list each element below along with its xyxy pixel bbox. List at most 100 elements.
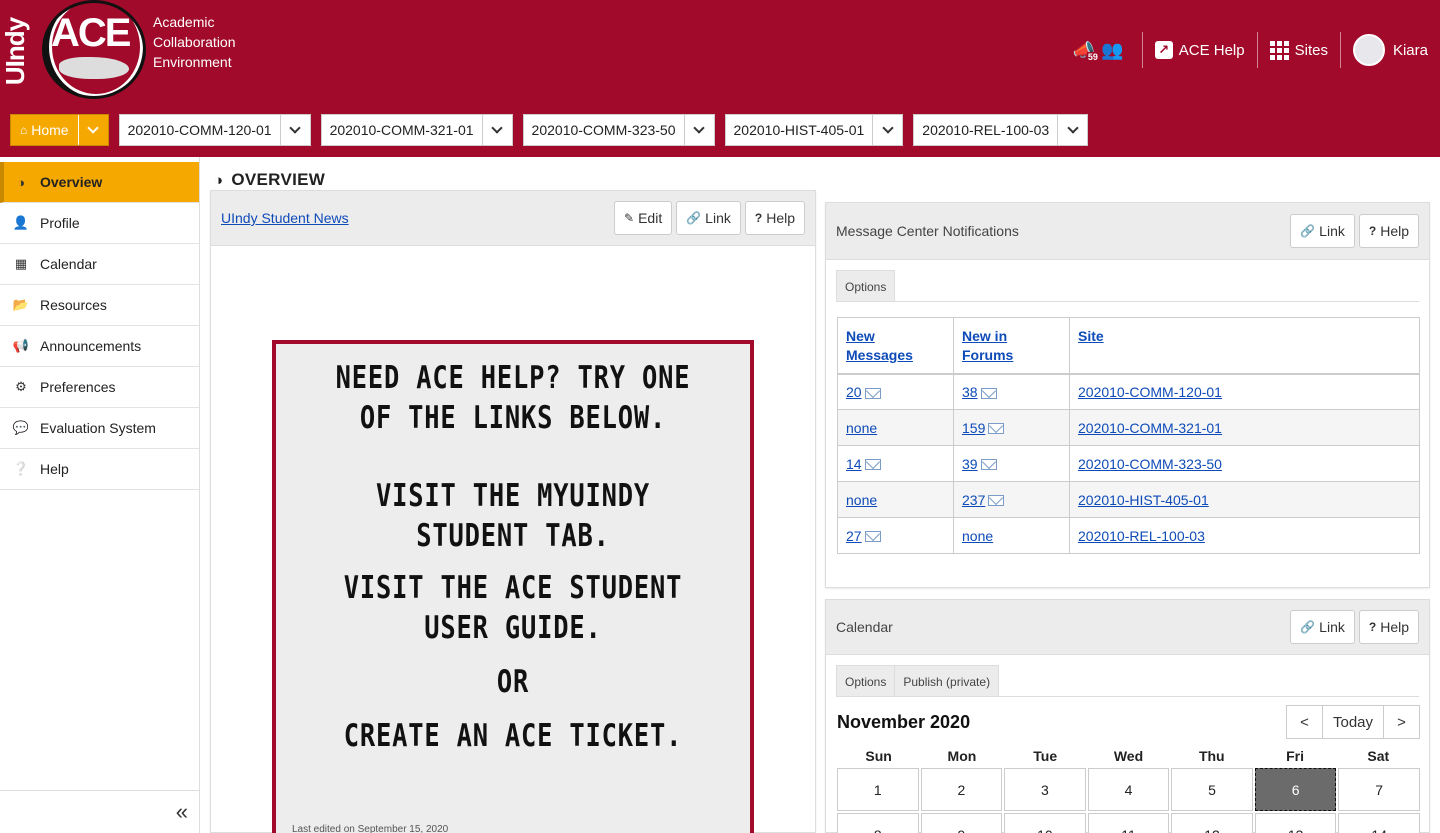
help-button[interactable]: ? Help — [1358, 214, 1419, 248]
prev-month-button[interactable]: < — [1286, 705, 1323, 739]
forums-count-link[interactable]: none — [962, 528, 993, 544]
table-row: none 237 202010-HIST-405-01 — [837, 481, 1420, 518]
calendar-day[interactable]: 4 — [1087, 768, 1170, 811]
tool-sidebar: ◑ Overview 👤 Profile ▦ Calendar 📂 Resources … — [0, 157, 200, 833]
site-dropdown-button[interactable] — [1057, 115, 1087, 145]
link-button[interactable]: 🔗 Link — [1290, 610, 1355, 644]
poster-line-ticket[interactable]: CREATE AN ACE TICKET. — [319, 716, 708, 756]
messages-count-link[interactable]: none — [846, 492, 877, 508]
calendar-day[interactable]: 2 — [920, 768, 1003, 811]
sidebar-item-evaluation-system[interactable]: 💬 Evaluation System — [0, 408, 199, 449]
notifications-button[interactable]: 📣 59 👥 — [1061, 32, 1142, 68]
envelope-icon — [864, 531, 881, 543]
forums-count-link[interactable]: 237 — [962, 492, 985, 508]
messages-count-link[interactable]: 14 — [846, 456, 862, 472]
sidebar-item-calendar[interactable]: ▦ Calendar — [0, 244, 199, 285]
user-menu[interactable]: Kiara — [1339, 32, 1440, 68]
next-month-button[interactable]: > — [1383, 705, 1420, 739]
news-title-link[interactable]: UIndy Student News — [221, 210, 349, 226]
table-row: 20 38 202010-COMM-120-01 — [837, 372, 1420, 410]
site-tab[interactable]: 202010-COMM-321-01 — [320, 114, 513, 146]
publish-tab[interactable]: Publish (private) — [895, 665, 1000, 696]
calendar-day[interactable]: 13 — [1254, 813, 1337, 833]
calendar-day[interactable]: 11 — [1087, 813, 1170, 833]
question-icon: ❔ — [12, 461, 30, 476]
messages-count-link[interactable]: 20 — [846, 384, 862, 400]
panel-title: Message Center Notifications — [836, 223, 1019, 239]
home-icon: ⌂ — [20, 123, 28, 137]
site-link[interactable]: 202010-REL-100-03 — [1078, 528, 1205, 544]
sidebar-item-overview[interactable]: ◑ Overview — [0, 162, 199, 203]
site-link[interactable]: 202010-COMM-120-01 — [1078, 384, 1222, 400]
site-link[interactable]: 202010-COMM-321-01 — [1078, 420, 1222, 436]
help-button[interactable]: ? Help — [1358, 610, 1419, 644]
calendar-day[interactable]: 14 — [1338, 813, 1420, 833]
weekday-label: Wed — [1113, 748, 1144, 764]
calendar-day[interactable]: 8 — [837, 813, 919, 833]
sort-site[interactable]: Site — [1078, 328, 1104, 344]
edit-button[interactable]: ✎ Edit — [614, 201, 673, 235]
grid-icon — [1269, 40, 1289, 60]
calendar-day[interactable]: 9 — [920, 813, 1003, 833]
poster-line-user-guide[interactable]: VISIT THE ACE STUDENT USER GUIDE. — [319, 568, 708, 648]
site-dropdown-button[interactable] — [279, 115, 310, 145]
weekday-label: Mon — [947, 748, 977, 764]
home-dropdown-button[interactable] — [77, 115, 108, 145]
question-icon: ? — [1368, 224, 1377, 238]
uindy-logo[interactable]: UIndy — [0, 8, 38, 88]
sidebar-item-profile[interactable]: 👤 Profile — [0, 203, 199, 244]
home-tab[interactable]: ⌂ Home — [10, 114, 109, 146]
today-button[interactable]: Today — [1323, 705, 1383, 739]
sites-button[interactable]: Sites — [1256, 32, 1340, 68]
group-icon[interactable]: 👥 — [1101, 40, 1123, 61]
ace-logo[interactable]: ACE — [42, 0, 146, 99]
site-link[interactable]: 202010-HIST-405-01 — [1078, 492, 1209, 508]
sort-new-messages[interactable]: New Messages — [846, 328, 913, 363]
messages-count-link[interactable]: 27 — [846, 528, 862, 544]
table-row: 14 39 202010-COMM-323-50 — [837, 445, 1420, 482]
gear-icon: ⚙ — [15, 379, 27, 394]
forums-count-link[interactable]: 159 — [962, 420, 985, 436]
sort-new-in-forums[interactable]: New in Forums — [962, 328, 1013, 363]
sidebar-item-preferences[interactable]: ⚙ Preferences — [0, 367, 199, 408]
site-tab[interactable]: 202010-COMM-323-50 — [522, 114, 715, 146]
calendar-day[interactable]: 10 — [1004, 813, 1086, 833]
sidebar-item-resources[interactable]: 📂 Resources — [0, 285, 199, 326]
calendar-nav: < Today > — [1286, 705, 1420, 739]
link-button[interactable]: 🔗 Link — [1290, 214, 1355, 248]
forums-count-link[interactable]: 38 — [962, 384, 978, 400]
messages-count-link[interactable]: none — [846, 420, 877, 436]
greyhound-mascot-icon — [59, 57, 129, 79]
options-tab[interactable]: Options — [836, 270, 896, 301]
site-dropdown-button[interactable] — [683, 115, 714, 145]
site-tab[interactable]: 202010-HIST-405-01 — [724, 114, 904, 146]
calendar-day[interactable]: 5 — [1171, 768, 1253, 811]
last-edited-text: Last edited on September 15, 2020 — [292, 824, 449, 833]
collapse-sidebar-button[interactable]: « — [0, 790, 200, 833]
sidebar-item-help[interactable]: ❔ Help — [0, 449, 199, 490]
calendar-day-selected[interactable]: 6 — [1254, 768, 1337, 811]
pencil-icon: ✎ — [624, 211, 635, 225]
forums-count-link[interactable]: 39 — [962, 456, 978, 472]
weekday-label: Sat — [1367, 748, 1390, 764]
logo-subtitle: Academic Collaboration Environment — [153, 14, 236, 70]
link-button[interactable]: 🔗 Link — [676, 201, 741, 235]
news-panel: UIndy Student News ✎ Edit 🔗 Link ? Help NEE… — [210, 190, 816, 833]
site-tab[interactable]: 202010-COMM-120-01 — [118, 114, 311, 146]
sidebar-item-announcements[interactable]: 📢 Announcements — [0, 326, 199, 367]
link-icon: 🔗 — [1300, 620, 1316, 634]
calendar-day[interactable]: 1 — [837, 768, 919, 811]
help-button[interactable]: ? Help — [744, 201, 805, 235]
calendar-day[interactable]: 3 — [1004, 768, 1086, 811]
site-dropdown-button[interactable] — [481, 115, 512, 145]
calendar-day[interactable]: 7 — [1338, 768, 1420, 811]
notification-badge: 59 — [1086, 51, 1099, 62]
site-link[interactable]: 202010-COMM-323-50 — [1078, 456, 1222, 472]
poster-line-myuindy[interactable]: VISIT THE MYUINDY STUDENT TAB. — [319, 476, 708, 556]
calendar-day[interactable]: 12 — [1171, 813, 1253, 833]
site-dropdown-button[interactable] — [872, 115, 902, 145]
options-tab[interactable]: Options — [836, 665, 896, 696]
ace-help-link[interactable]: ↗ ACE Help — [1141, 32, 1257, 68]
site-tab[interactable]: 202010-REL-100-03 — [913, 114, 1089, 146]
page-title: ◑ OVERVIEW — [214, 170, 326, 189]
